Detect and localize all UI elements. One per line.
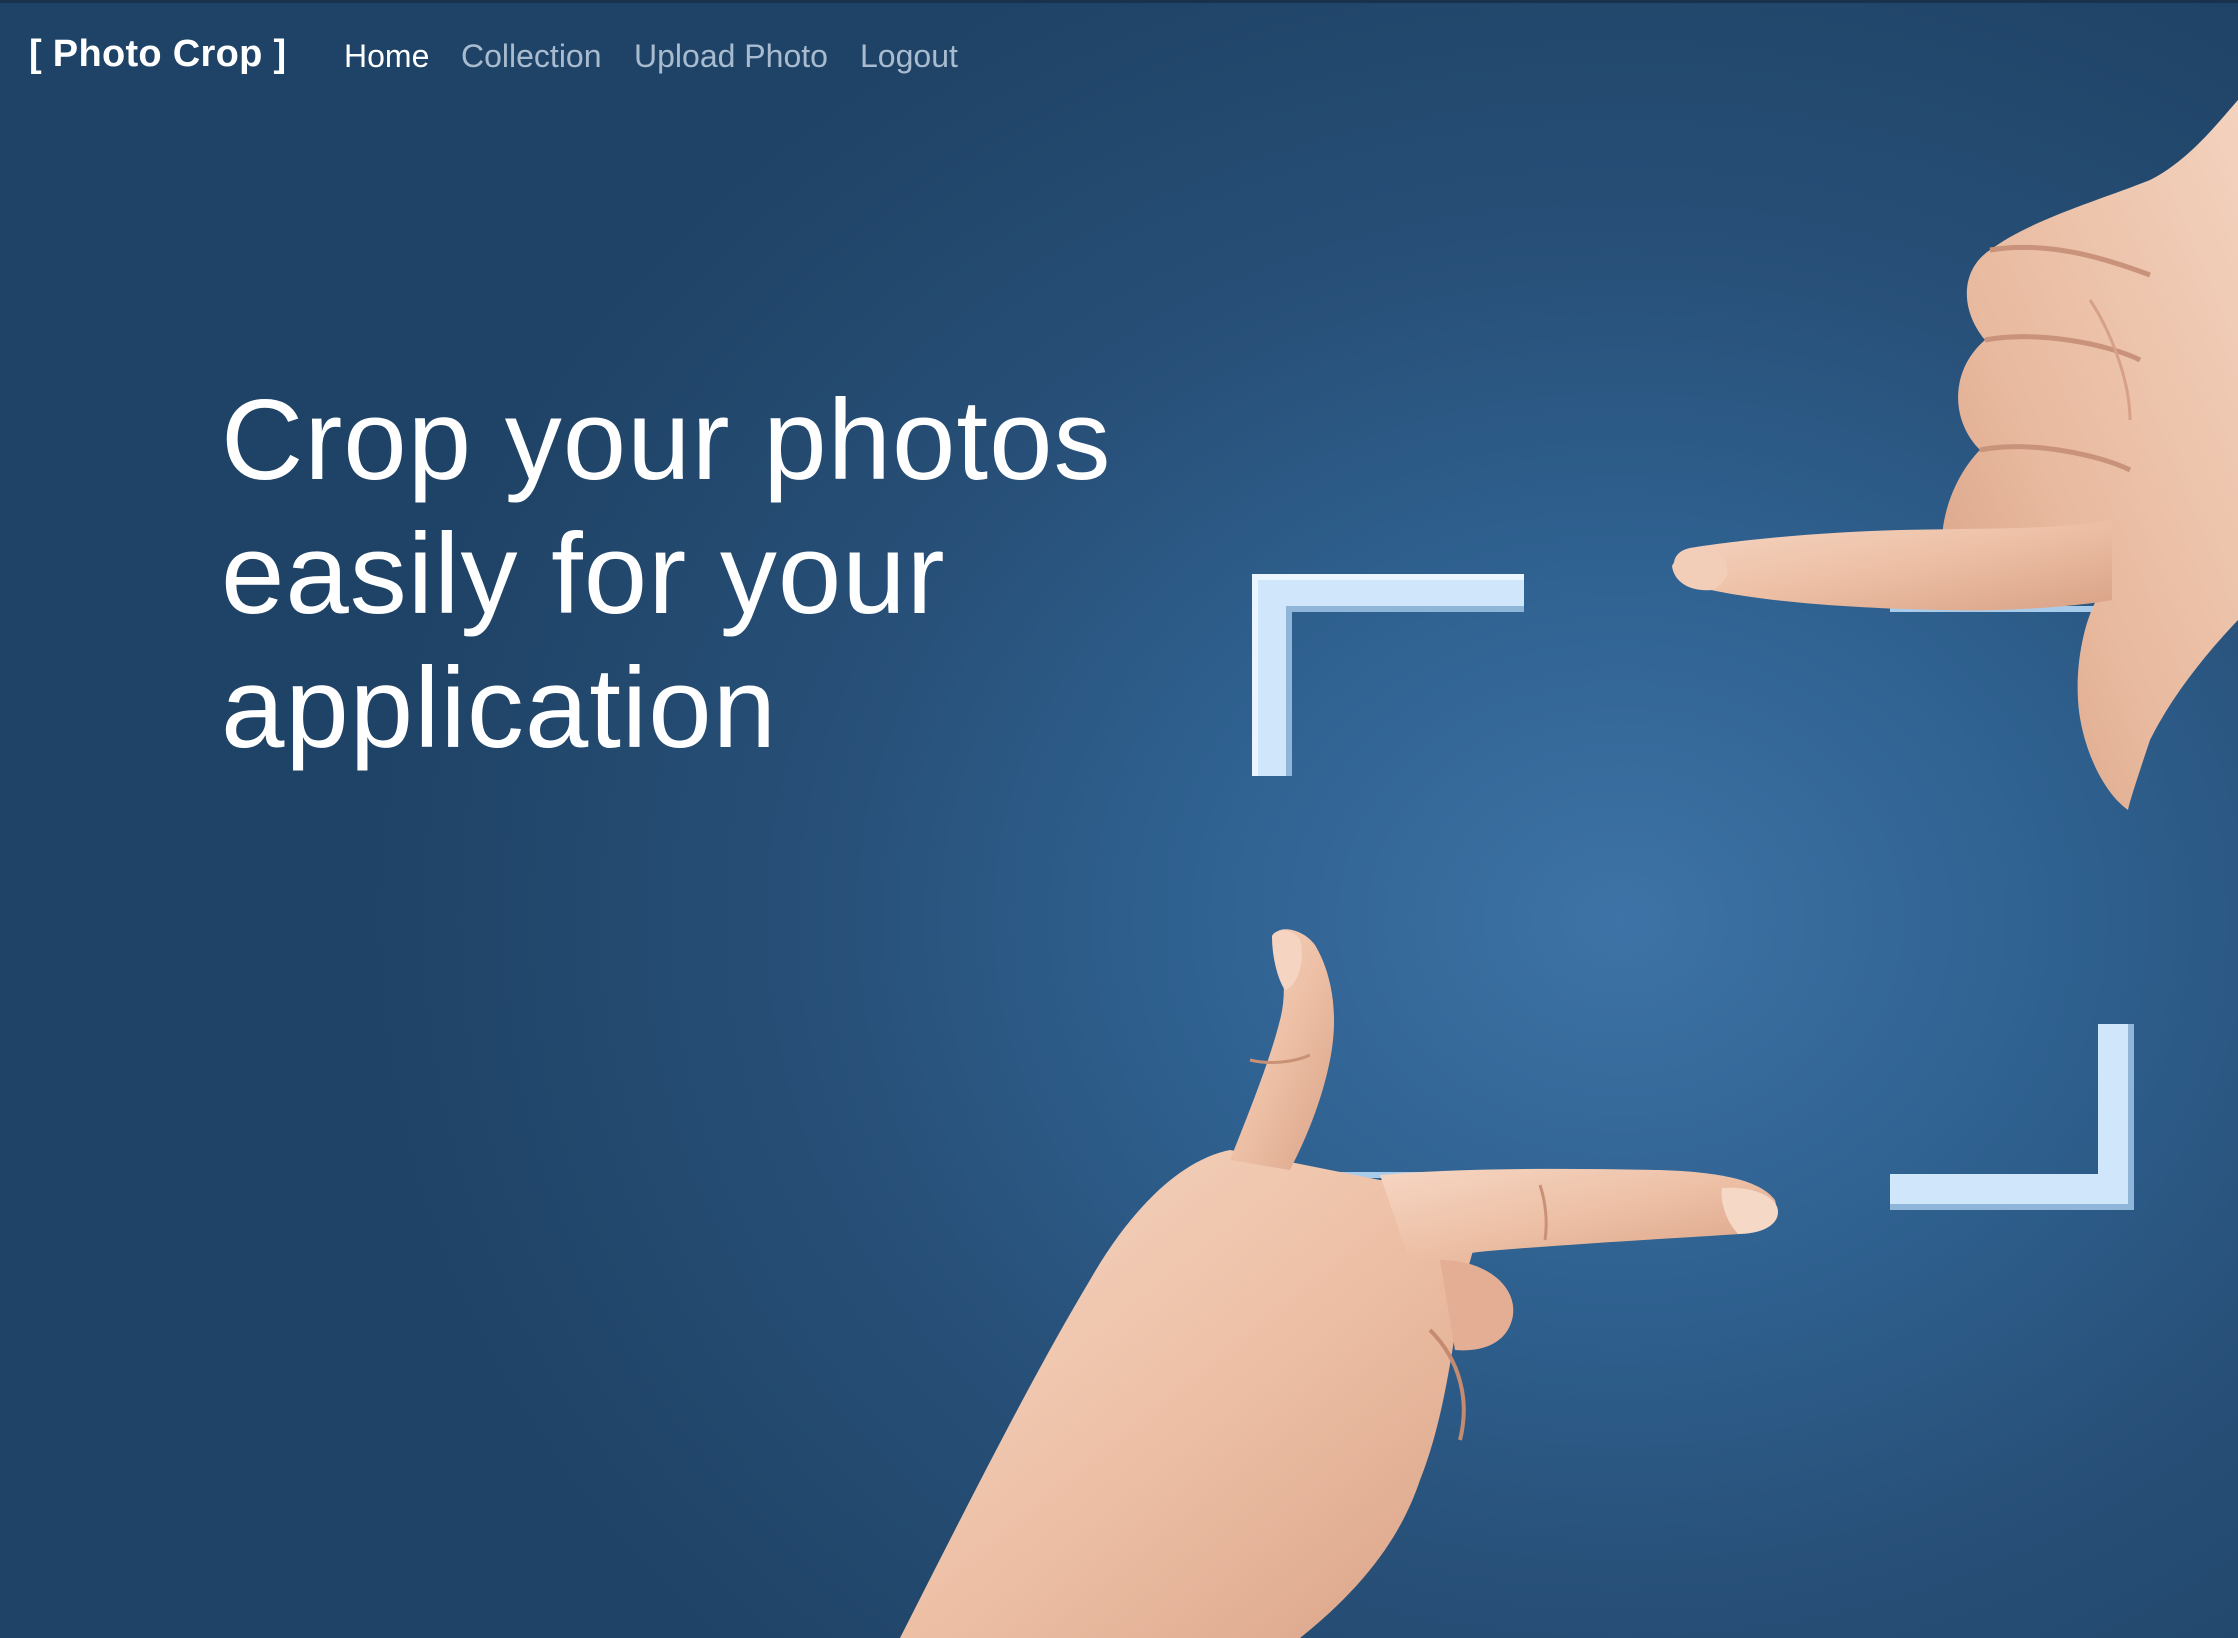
nav-home-link[interactable]: Home <box>344 38 429 75</box>
headline-line-2: easily for your <box>221 511 946 638</box>
upper-right-hand <box>1672 100 2238 810</box>
nav-logout-link[interactable]: Logout <box>860 38 958 75</box>
hero-illustration <box>900 100 2238 1638</box>
hero-headline: Crop your photos easily for your applica… <box>221 374 1221 776</box>
brand-logo[interactable]: [ Photo Crop ] <box>29 33 286 76</box>
top-navbar: [ Photo Crop ] Home Collection Upload Ph… <box>0 0 2238 112</box>
nav-upload-photo-link[interactable]: Upload Photo <box>634 38 828 75</box>
crop-frame-corner-top-left <box>1252 574 1524 776</box>
nav-collection-link[interactable]: Collection <box>461 38 602 75</box>
crop-frame-corner-bottom-right <box>1890 1024 2134 1210</box>
headline-line-1: Crop your photos <box>221 377 1112 504</box>
lower-left-hand <box>900 929 1778 1638</box>
headline-line-3: application <box>221 645 778 772</box>
